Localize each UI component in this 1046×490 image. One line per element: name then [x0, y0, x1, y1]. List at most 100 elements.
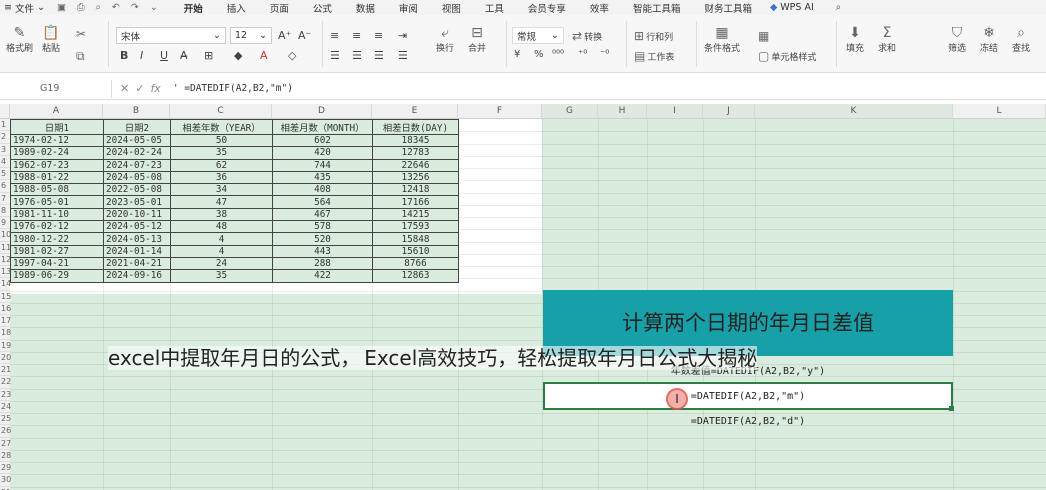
- row-header[interactable]: 22: [0, 376, 11, 389]
- table-cell[interactable]: 408: [272, 183, 373, 197]
- table-cell[interactable]: 50: [170, 133, 273, 148]
- column-header[interactable]: K: [755, 104, 953, 119]
- tab-efficiency[interactable]: 效率: [578, 1, 621, 15]
- table-cell[interactable]: 1974-02-12: [10, 133, 104, 148]
- align-left-icon[interactable]: ☰: [330, 49, 340, 62]
- table-cell[interactable]: 1981-11-10: [10, 207, 104, 222]
- row-header[interactable]: 12: [0, 253, 11, 266]
- row-header[interactable]: 3: [0, 143, 10, 156]
- table-cell[interactable]: 14215: [372, 207, 459, 222]
- table-cell[interactable]: 2023-05-01: [103, 195, 171, 209]
- row-header[interactable]: 24: [0, 400, 11, 413]
- table-cell[interactable]: 48: [170, 220, 273, 234]
- header-cell[interactable]: 日期1: [10, 119, 104, 135]
- paste-button[interactable]: 📋 粘贴: [42, 25, 60, 54]
- row-header[interactable]: 19: [0, 339, 11, 352]
- filter-button[interactable]: ⛉ 筛选: [948, 25, 966, 54]
- table-cell[interactable]: 2024-05-12: [103, 220, 171, 234]
- table-cell[interactable]: 38: [170, 207, 273, 222]
- column-header[interactable]: B: [103, 104, 170, 119]
- row-header[interactable]: 1: [0, 119, 10, 132]
- table-cell[interactable]: 1976-02-12: [10, 220, 104, 234]
- table-cell[interactable]: 1980-12-22: [10, 232, 104, 246]
- active-cell[interactable]: =DATEDIF(A2,B2,"m"): [543, 382, 954, 411]
- column-header[interactable]: C: [170, 104, 272, 119]
- row-header[interactable]: 11: [0, 241, 11, 254]
- tab-smart-toolbox[interactable]: 智能工具箱: [621, 1, 693, 15]
- table-style-button[interactable]: ▦: [758, 29, 769, 43]
- table-cell[interactable]: 435: [272, 170, 373, 185]
- decrease-decimal-icon[interactable]: ⁻⁰: [600, 49, 609, 60]
- table-cell[interactable]: 12418: [372, 183, 459, 197]
- table-cell[interactable]: 35: [170, 269, 273, 283]
- header-cell[interactable]: 日期2: [103, 119, 171, 135]
- table-cell[interactable]: 47: [170, 195, 273, 209]
- table-cell[interactable]: 62: [170, 158, 273, 172]
- table-cell[interactable]: 1981-02-27: [10, 244, 104, 258]
- fx-icon[interactable]: fx: [150, 82, 160, 95]
- table-cell[interactable]: 15610: [372, 244, 459, 258]
- tab-page[interactable]: 页面: [258, 1, 301, 15]
- table-cell[interactable]: 2024-05-13: [103, 232, 171, 246]
- conditional-format-button[interactable]: ▦ 条件格式: [704, 25, 740, 54]
- table-cell[interactable]: 35: [170, 146, 273, 160]
- table-cell[interactable]: 2024-01-14: [103, 244, 171, 258]
- table-cell[interactable]: 12863: [372, 269, 459, 283]
- border-icon[interactable]: ⊞: [204, 49, 213, 62]
- table-cell[interactable]: 1988-05-08: [10, 183, 104, 197]
- table-cell[interactable]: 2024-07-23: [103, 158, 171, 172]
- row-header[interactable]: 13: [0, 266, 11, 279]
- redo-icon[interactable]: ↷: [131, 2, 139, 13]
- percent-icon[interactable]: %: [534, 49, 544, 60]
- increase-decimal-icon[interactable]: ⁺⁰: [578, 49, 587, 60]
- table-cell[interactable]: 2024-02-24: [103, 146, 171, 160]
- column-header[interactable]: J: [703, 104, 755, 119]
- italic-button[interactable]: I: [140, 49, 143, 62]
- row-header[interactable]: 30: [0, 474, 11, 487]
- bold-button[interactable]: B: [120, 49, 128, 62]
- row-header[interactable]: 9: [0, 217, 10, 230]
- align-right-icon[interactable]: ☰: [374, 49, 384, 62]
- table-cell[interactable]: 2024-05-08: [103, 170, 171, 185]
- cut-button[interactable]: ✂: [76, 27, 86, 41]
- convert-button[interactable]: ⇄ 转换: [572, 29, 602, 43]
- decrease-font-icon[interactable]: A⁻: [298, 29, 311, 42]
- align-top-icon[interactable]: ≡: [330, 29, 339, 42]
- align-bottom-icon[interactable]: ≡: [374, 29, 383, 42]
- table-cell[interactable]: 24: [170, 256, 273, 271]
- table-cell[interactable]: 744: [272, 158, 373, 172]
- table-cell[interactable]: 1989-06-29: [10, 269, 104, 283]
- row-header[interactable]: 28: [0, 449, 11, 462]
- table-cell[interactable]: 467: [272, 207, 373, 222]
- fill-handle[interactable]: [949, 406, 954, 411]
- wrap-text-button[interactable]: ⤶ 换行: [436, 25, 454, 54]
- day-formula-label[interactable]: =DATEDIF(A2,B2,"d"): [543, 416, 953, 427]
- table-cell[interactable]: 4: [170, 244, 273, 258]
- table-cell[interactable]: 12783: [372, 146, 459, 160]
- file-menu[interactable]: ≡ 文件 ⌄: [0, 1, 49, 15]
- table-cell[interactable]: 1989-02-24: [10, 146, 104, 160]
- column-header[interactable]: I: [647, 104, 703, 119]
- formula-input[interactable]: ' =DATEDIF(A2,B2,"m"): [169, 83, 293, 94]
- print-preview-icon[interactable]: ⌕: [96, 2, 101, 13]
- table-cell[interactable]: 1997-04-21: [10, 256, 104, 271]
- save-icon[interactable]: ▣: [57, 2, 66, 13]
- tab-formula[interactable]: 公式: [301, 1, 344, 15]
- tab-finance-toolbox[interactable]: 财务工具箱: [692, 1, 764, 15]
- column-header[interactable]: D: [272, 104, 372, 119]
- row-header[interactable]: 26: [0, 425, 11, 438]
- column-header[interactable]: F: [458, 104, 542, 119]
- tab-home[interactable]: 开始: [172, 1, 215, 17]
- rows-cols-button[interactable]: ⊞ 行和列: [634, 29, 673, 43]
- table-cell[interactable]: 422: [272, 269, 373, 283]
- underline-button[interactable]: U: [160, 49, 168, 62]
- table-cell[interactable]: 34: [170, 183, 273, 197]
- row-header[interactable]: 6: [0, 180, 10, 193]
- tab-member[interactable]: 会员专享: [516, 1, 578, 15]
- strikethrough-button[interactable]: A̶: [180, 49, 188, 62]
- table-cell[interactable]: 2024-09-16: [103, 269, 171, 283]
- thousands-icon[interactable]: ⁰⁰⁰: [552, 49, 564, 60]
- table-cell[interactable]: 564: [272, 195, 373, 209]
- font-color-icon[interactable]: A: [260, 49, 268, 62]
- row-header[interactable]: 10: [0, 229, 11, 242]
